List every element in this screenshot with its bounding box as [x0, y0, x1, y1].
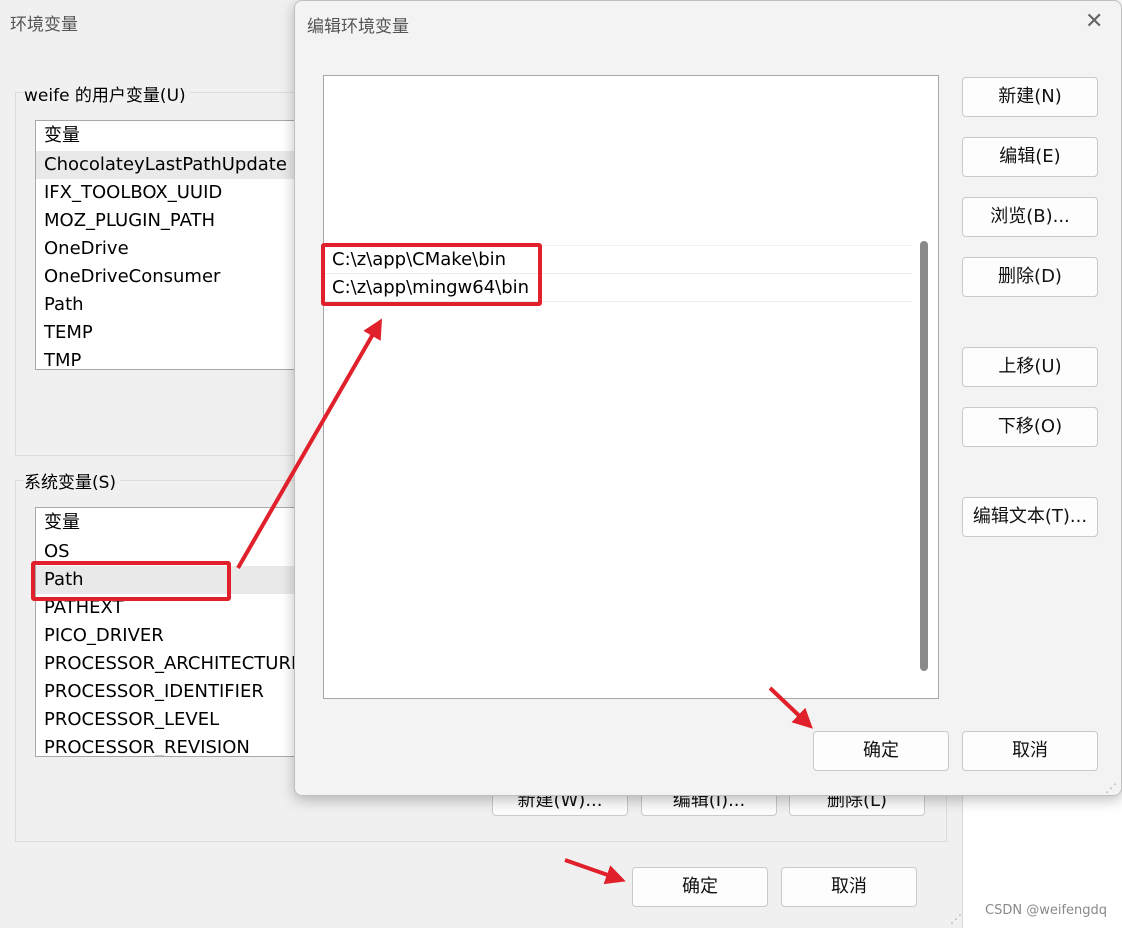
arrow-to-back-ok: [564, 858, 626, 885]
arrow-to-dialog-ok: [768, 686, 813, 729]
annotation-arrows: [236, 318, 813, 885]
resize-grip-icon[interactable]: ⋰: [950, 912, 962, 926]
arrow-path-to-list: [236, 318, 382, 569]
watermark: CSDN @weifengdq: [985, 903, 1108, 918]
